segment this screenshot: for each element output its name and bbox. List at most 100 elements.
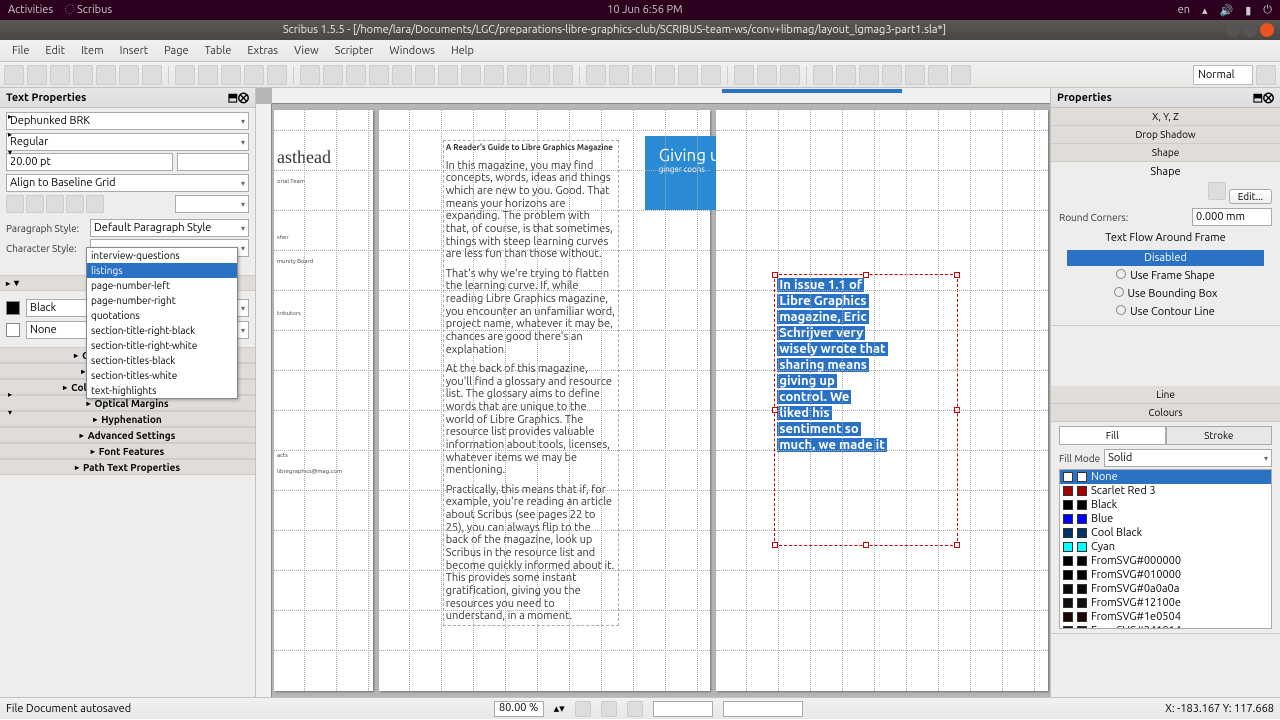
expander[interactable]: Advanced Settings: [0, 427, 255, 443]
tab-fill[interactable]: Fill: [1059, 426, 1166, 445]
tb-polygon[interactable]: [461, 65, 481, 85]
network-icon[interactable]: ▴: [1202, 4, 1208, 17]
dd-item[interactable]: quotations: [87, 308, 237, 323]
panel-shade-icon[interactable]: ⬒: [228, 91, 238, 104]
parastyle-dropdown[interactable]: interview-questions listings page-number…: [86, 247, 238, 399]
activities[interactable]: Activities: [8, 4, 53, 16]
tb-pdf-push[interactable]: [813, 65, 833, 85]
page[interactable]: asthead orial Team sher munity Board tri…: [274, 110, 373, 691]
zoom-out[interactable]: [575, 701, 591, 717]
round-corners[interactable]: 0.000 mm: [1192, 208, 1272, 226]
tb-open[interactable]: [27, 65, 47, 85]
zoom-stepper[interactable]: ▴▾: [554, 702, 565, 715]
menu-insert[interactable]: Insert: [112, 45, 156, 57]
color-item[interactable]: FromSVG#12100e: [1060, 596, 1271, 610]
dd-item[interactable]: section-title-right-black: [87, 323, 237, 338]
font-size[interactable]: 20.00 pt: [6, 153, 173, 171]
flow-contourline[interactable]: Use Contour Line: [1067, 303, 1264, 320]
ruler-horizontal[interactable]: [272, 88, 1050, 104]
tb-storyeditor[interactable]: [655, 65, 675, 85]
text-frame[interactable]: tributors: [276, 310, 302, 319]
tab-stroke[interactable]: Stroke: [1166, 426, 1273, 445]
fill-mode[interactable]: Solid: [1104, 449, 1272, 467]
tb-shape[interactable]: [415, 65, 435, 85]
tb-pdf-text[interactable]: [836, 65, 856, 85]
color-item[interactable]: Cool Black: [1060, 526, 1271, 540]
menu-view[interactable]: View: [286, 45, 327, 57]
menu-extras[interactable]: Extras: [239, 45, 286, 57]
linespacing-mode[interactable]: Align to Baseline Grid: [6, 174, 249, 192]
color-item[interactable]: FromSVG#000000: [1060, 554, 1271, 568]
color-item[interactable]: FromSVG#241914: [1060, 624, 1271, 629]
tb-redo[interactable]: [198, 65, 218, 85]
expander[interactable]: Hyphenation: [0, 411, 255, 427]
color-item[interactable]: Cyan: [1060, 540, 1271, 554]
flow-frameshape[interactable]: Use Frame Shape: [1067, 267, 1264, 284]
tb-zoom[interactable]: [609, 65, 629, 85]
tb-unlink[interactable]: [701, 65, 721, 85]
tb-paste[interactable]: [267, 65, 287, 85]
tb-pdf-combo[interactable]: [882, 65, 902, 85]
tb-preflight[interactable]: [119, 65, 139, 85]
align-right[interactable]: [46, 195, 64, 213]
close-button[interactable]: [1260, 23, 1274, 37]
clock[interactable]: 10 Jun 6:56 PM: [112, 4, 1177, 16]
sound-icon[interactable]: 🔊: [1220, 4, 1234, 17]
page[interactable]: A Reader's Guide to Libre Graphics Magaz…: [379, 110, 711, 691]
text-frame[interactable]: sher: [276, 234, 290, 243]
tb-close[interactable]: [73, 65, 93, 85]
align-left[interactable]: [6, 195, 24, 213]
tb-freehand[interactable]: [530, 65, 550, 85]
shape-preset[interactable]: [1208, 182, 1226, 200]
expander[interactable]: Font Features: [0, 443, 255, 459]
tb-eyedropper[interactable]: [780, 65, 800, 85]
tb-cut[interactable]: [221, 65, 241, 85]
power-icon[interactable]: ⏻: [1263, 4, 1272, 17]
expander[interactable]: Path Text Properties: [0, 459, 255, 475]
panel-close-icon[interactable]: ⨂: [1263, 91, 1274, 104]
color-item[interactable]: FromSVG#010000: [1060, 568, 1271, 582]
tb-copy[interactable]: [244, 65, 264, 85]
flow-disabled[interactable]: Disabled: [1067, 250, 1264, 266]
flow-boundingbox[interactable]: Use Bounding Box: [1067, 285, 1264, 302]
tb-table[interactable]: [392, 65, 412, 85]
tb-pdf-annot[interactable]: [928, 65, 948, 85]
menu-table[interactable]: Table: [197, 45, 240, 57]
tb-textframe[interactable]: [323, 65, 343, 85]
tb-pdf-check[interactable]: [859, 65, 879, 85]
text-frame[interactable]: A Reader's Guide to Libre Graphics Magaz…: [443, 140, 619, 626]
dd-item[interactable]: section-titles-black: [87, 353, 237, 368]
menu-help[interactable]: Help: [443, 45, 482, 57]
app-menu[interactable]: ◌ Scribus: [65, 4, 112, 16]
dd-item[interactable]: section-title-right-white: [87, 338, 237, 353]
text-frame[interactable]: munity Board: [276, 258, 314, 267]
zoom-in[interactable]: [627, 701, 643, 717]
tb-measure[interactable]: [734, 65, 754, 85]
layer-input[interactable]: [723, 701, 803, 717]
tb-rotate[interactable]: [586, 65, 606, 85]
panel-shade-icon[interactable]: ⬒: [1253, 91, 1263, 104]
menu-scripter[interactable]: Scripter: [327, 45, 382, 57]
text-frame[interactable]: orial Team: [276, 178, 306, 187]
prop-line[interactable]: Line: [1051, 386, 1280, 404]
ruler-vertical[interactable]: [256, 104, 272, 697]
page-input[interactable]: [653, 701, 713, 717]
tb-print[interactable]: [96, 65, 116, 85]
linespacing[interactable]: [177, 153, 249, 171]
tb-line[interactable]: [484, 65, 504, 85]
lang-indicator[interactable]: en: [1178, 4, 1190, 16]
tb-pdf-link[interactable]: [951, 65, 971, 85]
tb-renderframe[interactable]: [369, 65, 389, 85]
font-style[interactable]: Regular: [6, 133, 249, 151]
tb-select[interactable]: [300, 65, 320, 85]
tb-pdf-list[interactable]: [905, 65, 925, 85]
menu-windows[interactable]: Windows: [381, 45, 443, 57]
minimize-button[interactable]: [1226, 23, 1240, 37]
color-item[interactable]: FromSVG#0a0a0a: [1060, 582, 1271, 596]
prop-colours[interactable]: Colours: [1051, 404, 1280, 422]
tb-copyprops[interactable]: [757, 65, 777, 85]
panel-close-icon[interactable]: ⨂: [238, 91, 249, 104]
tb-edit-contents[interactable]: [632, 65, 652, 85]
prop-shape[interactable]: Shape: [1051, 144, 1280, 162]
text-frame[interactable]: acts: [276, 452, 289, 461]
